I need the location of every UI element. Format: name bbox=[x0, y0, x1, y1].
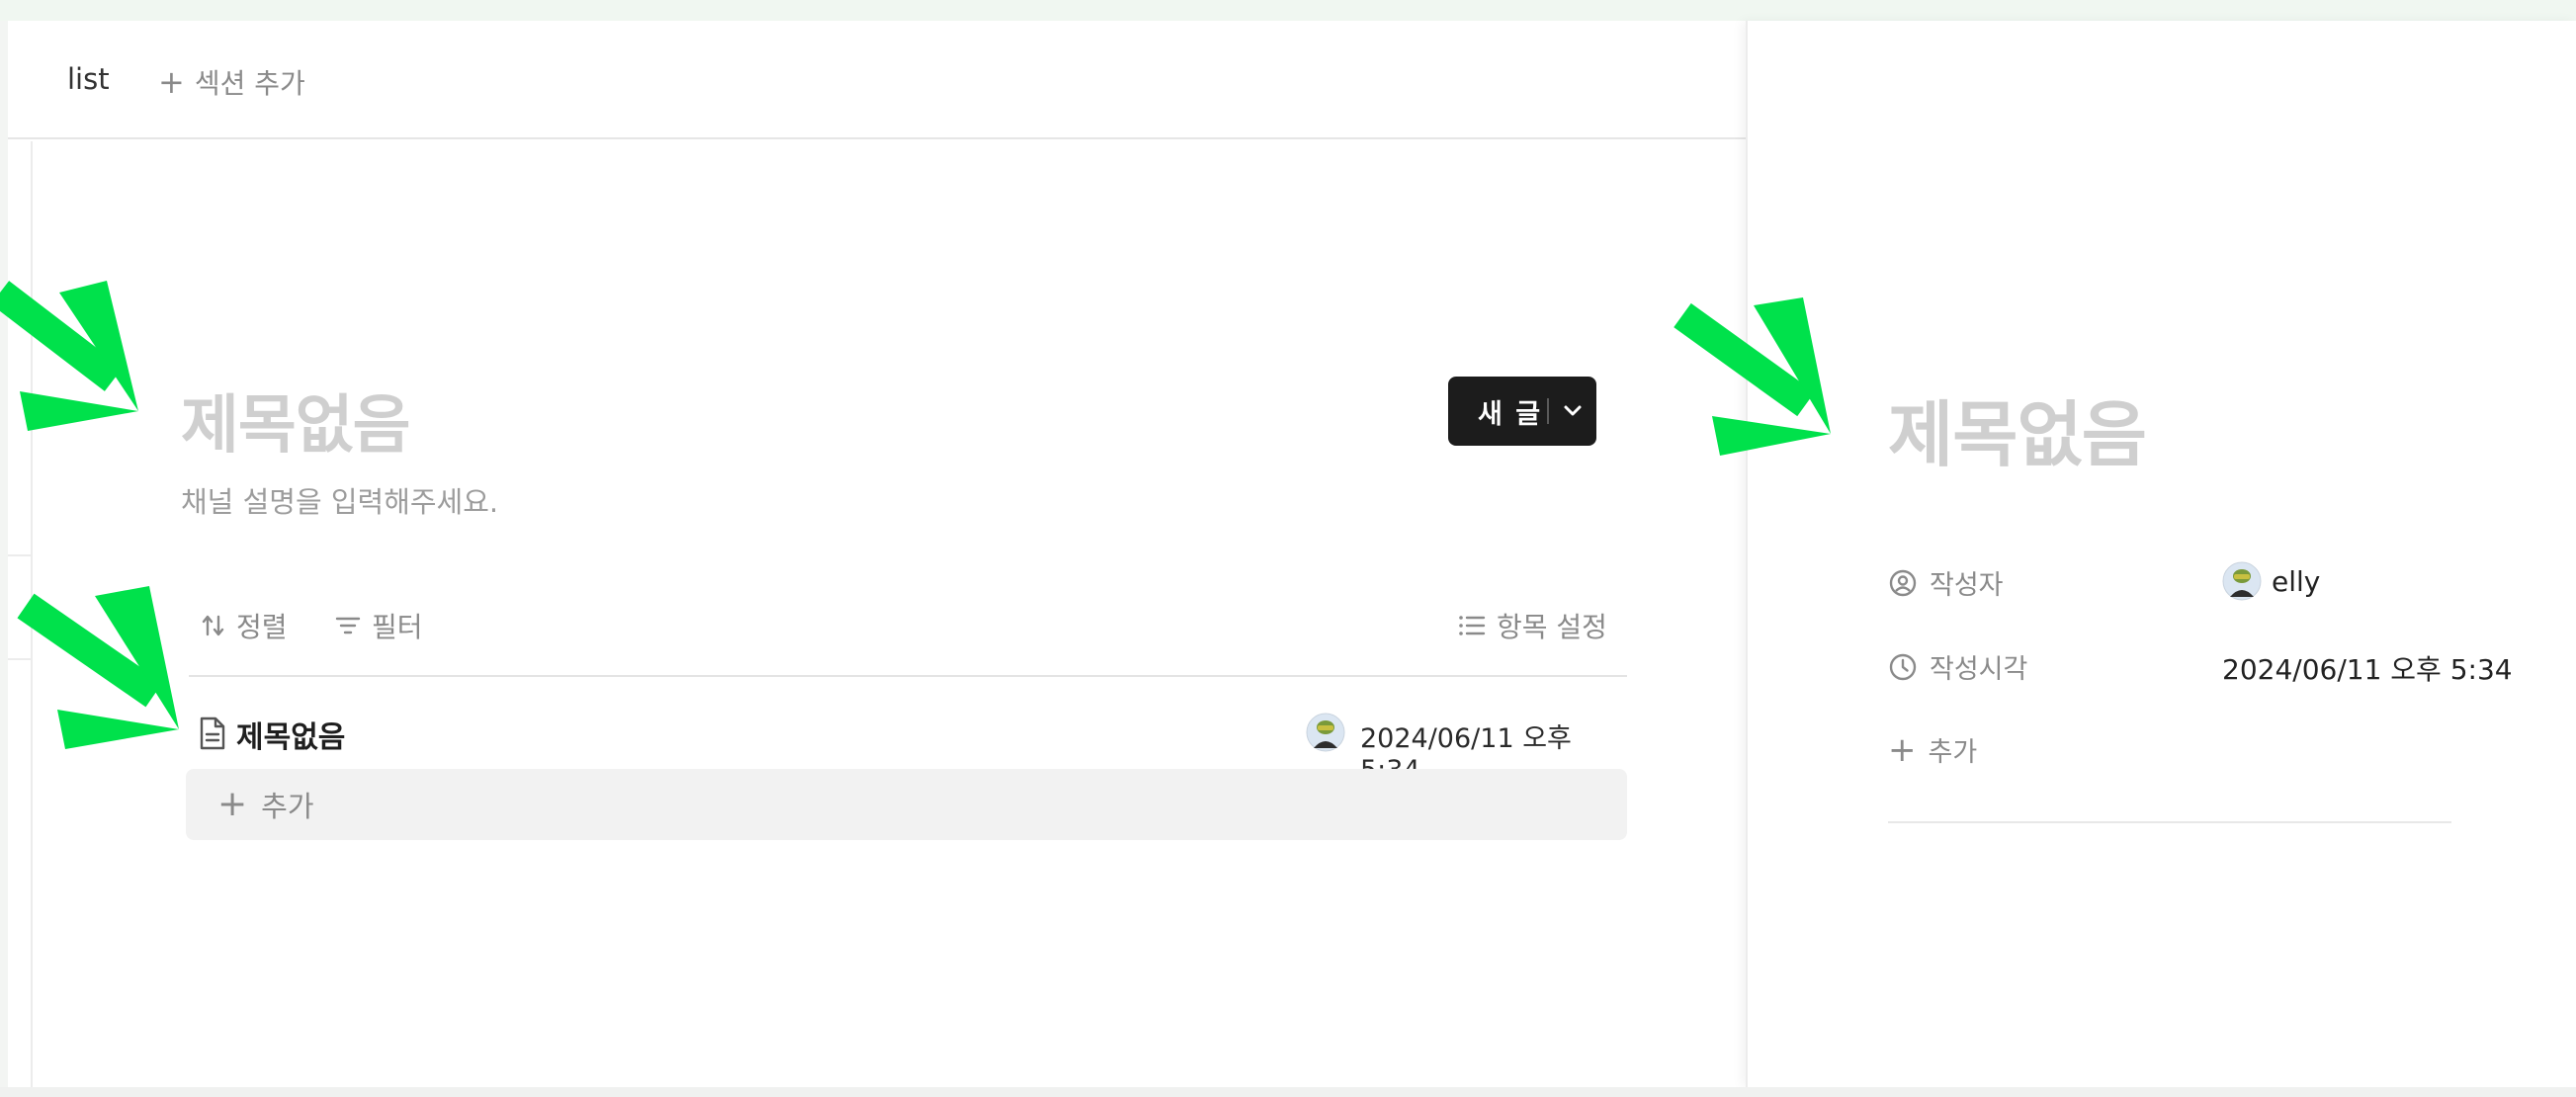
bottom-strip bbox=[0, 1087, 2576, 1097]
annotation-arrow bbox=[1674, 297, 1831, 456]
tab-list[interactable]: list bbox=[67, 62, 110, 96]
annotation-arrow bbox=[17, 586, 179, 749]
table-row[interactable]: 제목없음 2024/06/11 오후 5:34 bbox=[189, 703, 1627, 786]
plus-icon: + bbox=[1888, 729, 1917, 770]
field-settings-label: 항목 설정 bbox=[1497, 611, 1607, 643]
row-title: 제목없음 bbox=[236, 720, 346, 755]
filter-icon bbox=[335, 617, 361, 634]
channel-description[interactable]: 채널 설명을 입력해주세요. bbox=[181, 479, 498, 521]
post-detail-panel: 제목없음 작성자 elly 작성시각 2024/06/11 오후 5:34 + … bbox=[1674, 21, 2576, 1087]
channel-title[interactable]: 제목없음 bbox=[181, 375, 411, 465]
chevron-down-icon[interactable] bbox=[1559, 396, 1587, 424]
channel-panel: list + 섹션 추가 제목없음 채널 설명을 입력해주세요. 새 글 정렬 … bbox=[0, 21, 1746, 1087]
new-post-label: 새 글 bbox=[1478, 398, 1543, 430]
author-name: elly bbox=[2272, 564, 2321, 598]
plus-icon: + bbox=[217, 784, 248, 824]
author-property-label: 작성자 bbox=[1888, 563, 2004, 602]
post-title[interactable]: 제목없음 bbox=[1888, 377, 2147, 480]
top-strip bbox=[0, 0, 2576, 21]
add-section-button[interactable]: + 섹션 추가 bbox=[158, 62, 305, 102]
filter-button[interactable]: 필터 bbox=[334, 606, 423, 645]
list-settings-icon bbox=[1459, 616, 1486, 635]
button-separator bbox=[1547, 398, 1549, 424]
clock-icon bbox=[1889, 653, 1917, 680]
time-property-label: 작성시각 bbox=[1888, 647, 2027, 686]
time-value: 2024/06/11 오후 5:34 bbox=[2222, 653, 2513, 686]
annotation-arrow bbox=[0, 281, 138, 431]
add-section-label: 섹션 추가 bbox=[194, 67, 305, 100]
user-circle-icon bbox=[1889, 569, 1917, 596]
add-item-label: 추가 bbox=[261, 790, 314, 823]
section-tabbar: list + 섹션 추가 bbox=[8, 21, 1746, 139]
avatar bbox=[1306, 713, 1345, 752]
filter-label: 필터 bbox=[372, 611, 423, 643]
add-property-button[interactable]: + 추가 bbox=[1888, 730, 1977, 769]
time-label: 작성시각 bbox=[1930, 654, 2028, 685]
avatar bbox=[2222, 561, 2262, 601]
sort-label: 정렬 bbox=[236, 611, 288, 643]
plus-icon: + bbox=[158, 63, 185, 101]
document-icon bbox=[200, 717, 225, 750]
add-property-label: 추가 bbox=[1928, 737, 1978, 768]
toolbar-divider bbox=[189, 675, 1627, 677]
add-item-button[interactable]: + 추가 bbox=[186, 769, 1627, 840]
property-divider bbox=[1888, 821, 2451, 823]
field-settings-button[interactable]: 항목 설정 bbox=[1457, 606, 1607, 645]
sort-icon bbox=[202, 615, 224, 636]
sort-button[interactable]: 정렬 bbox=[201, 606, 288, 645]
author-label: 작성자 bbox=[1930, 570, 2004, 601]
guide-tick bbox=[8, 554, 31, 556]
author-value[interactable]: elly bbox=[2222, 561, 2320, 601]
new-post-button[interactable]: 새 글 bbox=[1448, 377, 1596, 446]
